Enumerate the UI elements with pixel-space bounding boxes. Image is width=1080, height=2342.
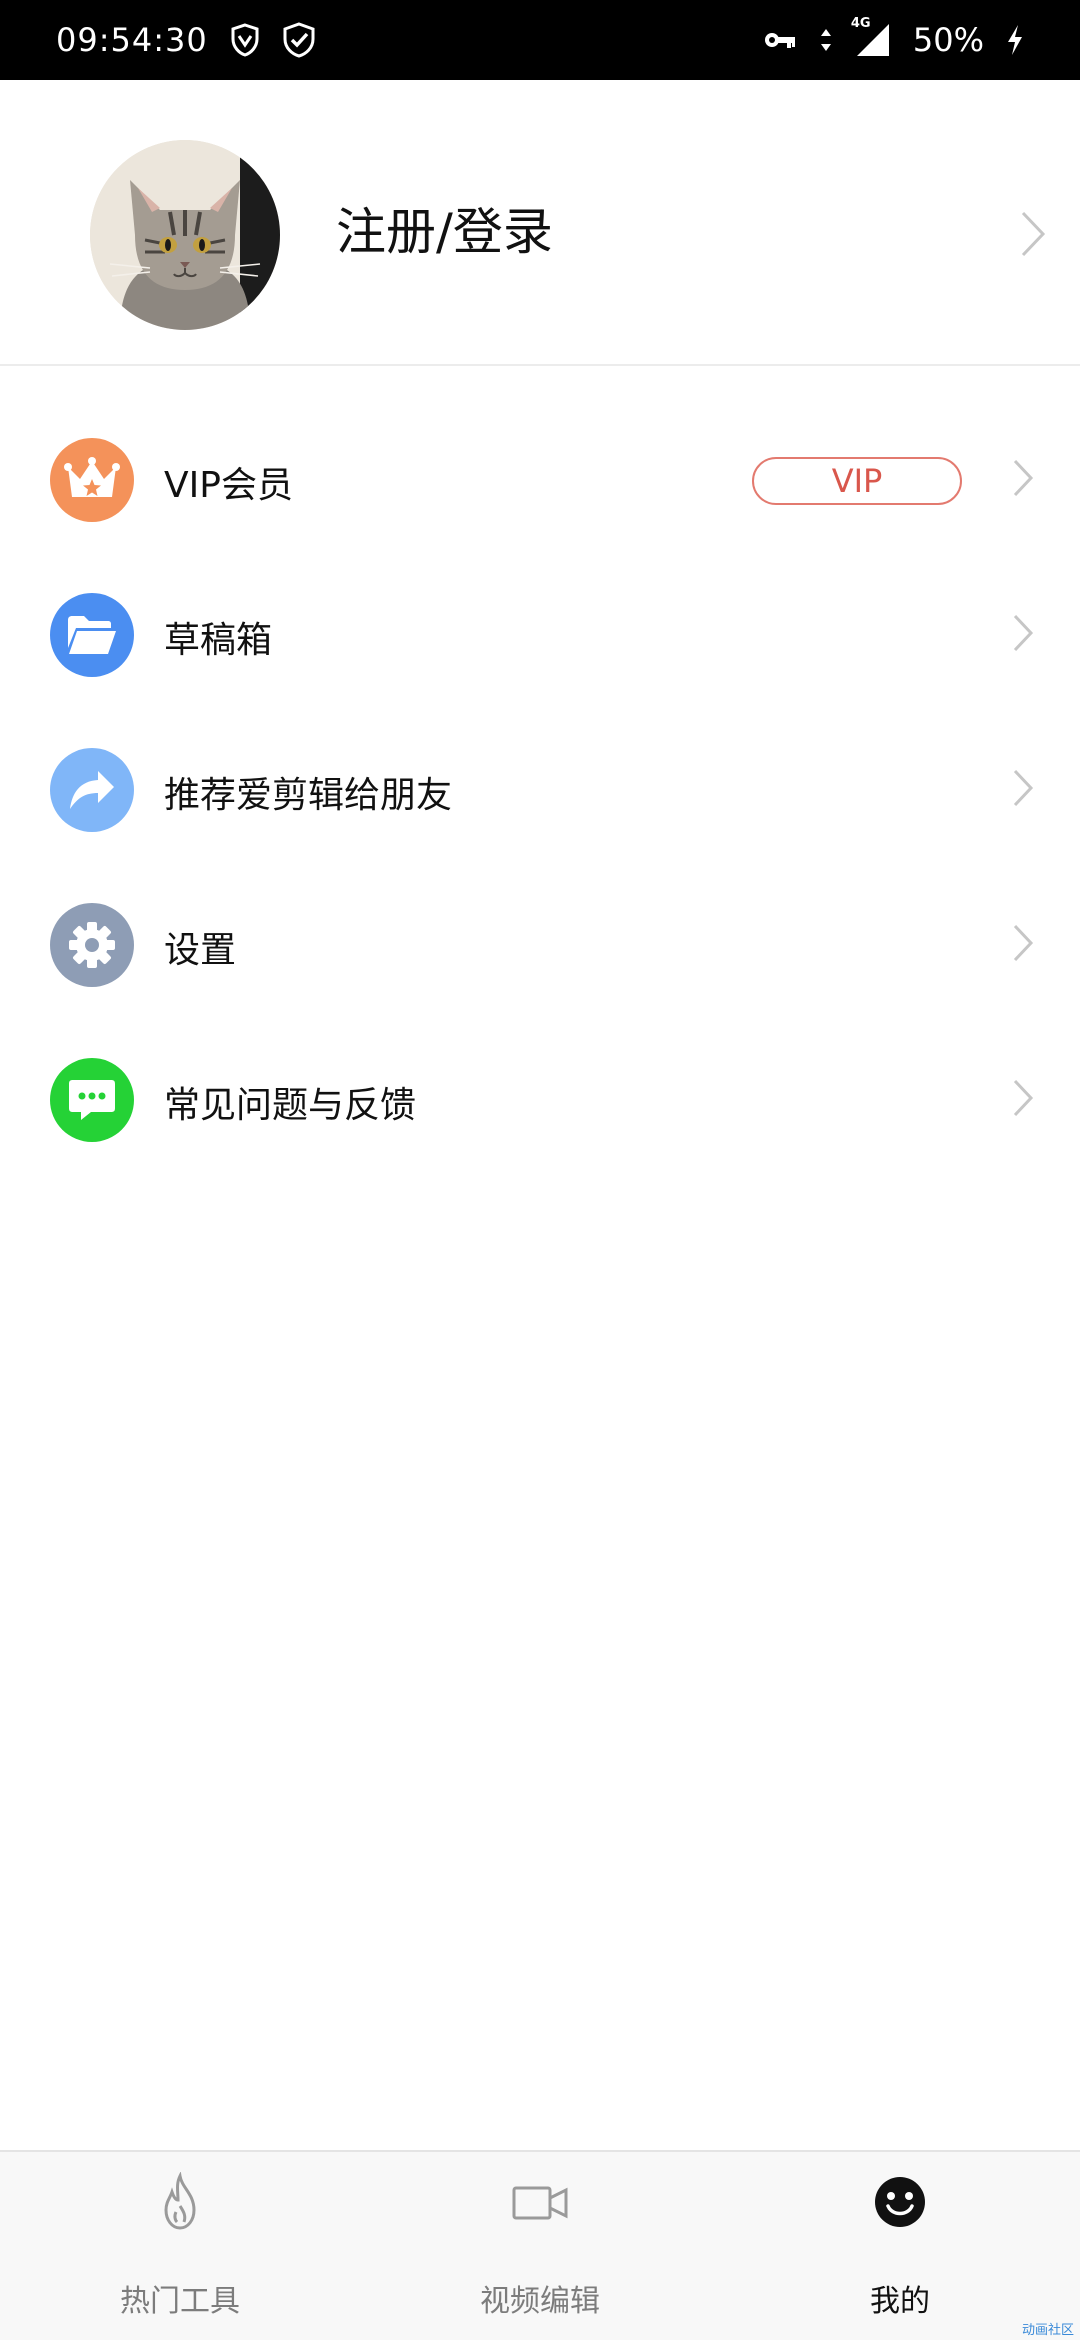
tab-label: 热门工具 — [120, 2284, 240, 2319]
crown-icon — [50, 438, 134, 522]
menu-item-settings[interactable]: 设置 — [0, 865, 1080, 1020]
flame-icon — [150, 2171, 210, 2232]
chevron-right-icon — [1020, 210, 1046, 258]
battery-level: 50% — [912, 21, 984, 59]
video-camera-icon — [510, 2172, 570, 2232]
chevron-right-icon — [1012, 458, 1034, 498]
chevron-right-icon — [1012, 613, 1034, 653]
charging-icon — [1006, 24, 1024, 56]
menu-item-label: 常见问题与反馈 — [164, 1085, 417, 1126]
tab-label: 我的 — [870, 2284, 930, 2319]
menu-item-faq-feedback[interactable]: 常见问题与反馈 — [0, 1020, 1080, 1175]
signal-icon: 4G — [851, 16, 891, 58]
vpn-key-icon — [763, 29, 797, 51]
tab-video-edit[interactable]: 视频编辑 — [360, 2152, 720, 2342]
tab-mine[interactable]: 我的 — [720, 2152, 1080, 2342]
folder-icon — [50, 593, 134, 677]
shield-check-icon — [282, 22, 316, 58]
status-bar: 09:54:30 4G 50% — [0, 0, 1080, 80]
chevron-right-icon — [1012, 768, 1034, 808]
status-time: 09:54:30 — [56, 21, 208, 59]
menu-item-label: 草稿箱 — [164, 620, 273, 661]
cat-avatar[interactable] — [90, 140, 280, 330]
gear-icon — [50, 903, 134, 987]
menu-item-share[interactable]: 推荐爱剪辑给朋友 — [0, 710, 1080, 865]
menu-item-vip[interactable]: VIP会员 VIP — [0, 400, 1080, 555]
status-left: 09:54:30 — [56, 21, 316, 59]
menu-list: VIP会员 VIP 草稿箱 推荐爱剪辑给朋友 设置 常见问题与反馈 — [0, 400, 1080, 1175]
bottom-tab-bar: 热门工具 视频编辑 我的 动画社区 — [0, 2150, 1080, 2340]
tab-hot-tools[interactable]: 热门工具 — [0, 2152, 360, 2342]
vip-badge[interactable]: VIP — [752, 457, 962, 505]
chevron-right-icon — [1012, 1078, 1034, 1118]
profile-header[interactable]: 注册/登录 — [0, 80, 1080, 366]
share-arrow-icon — [50, 748, 134, 832]
tab-label: 视频编辑 — [480, 2284, 600, 2319]
watermark: 动画社区 — [1021, 2323, 1074, 2338]
chat-bubble-icon — [50, 1058, 134, 1142]
shield-icon — [230, 23, 260, 57]
menu-item-label: 设置 — [164, 930, 237, 971]
login-register-link[interactable]: 注册/登录 — [336, 192, 553, 264]
network-type: 4G — [850, 16, 871, 31]
data-arrows-icon — [819, 27, 833, 53]
menu-item-drafts[interactable]: 草稿箱 — [0, 555, 1080, 710]
smiley-icon — [870, 2172, 930, 2232]
chevron-right-icon — [1012, 923, 1034, 963]
menu-item-label: VIP会员 — [164, 465, 293, 506]
status-right: 4G 50% — [763, 16, 1024, 59]
menu-item-label: 推荐爱剪辑给朋友 — [164, 775, 453, 816]
